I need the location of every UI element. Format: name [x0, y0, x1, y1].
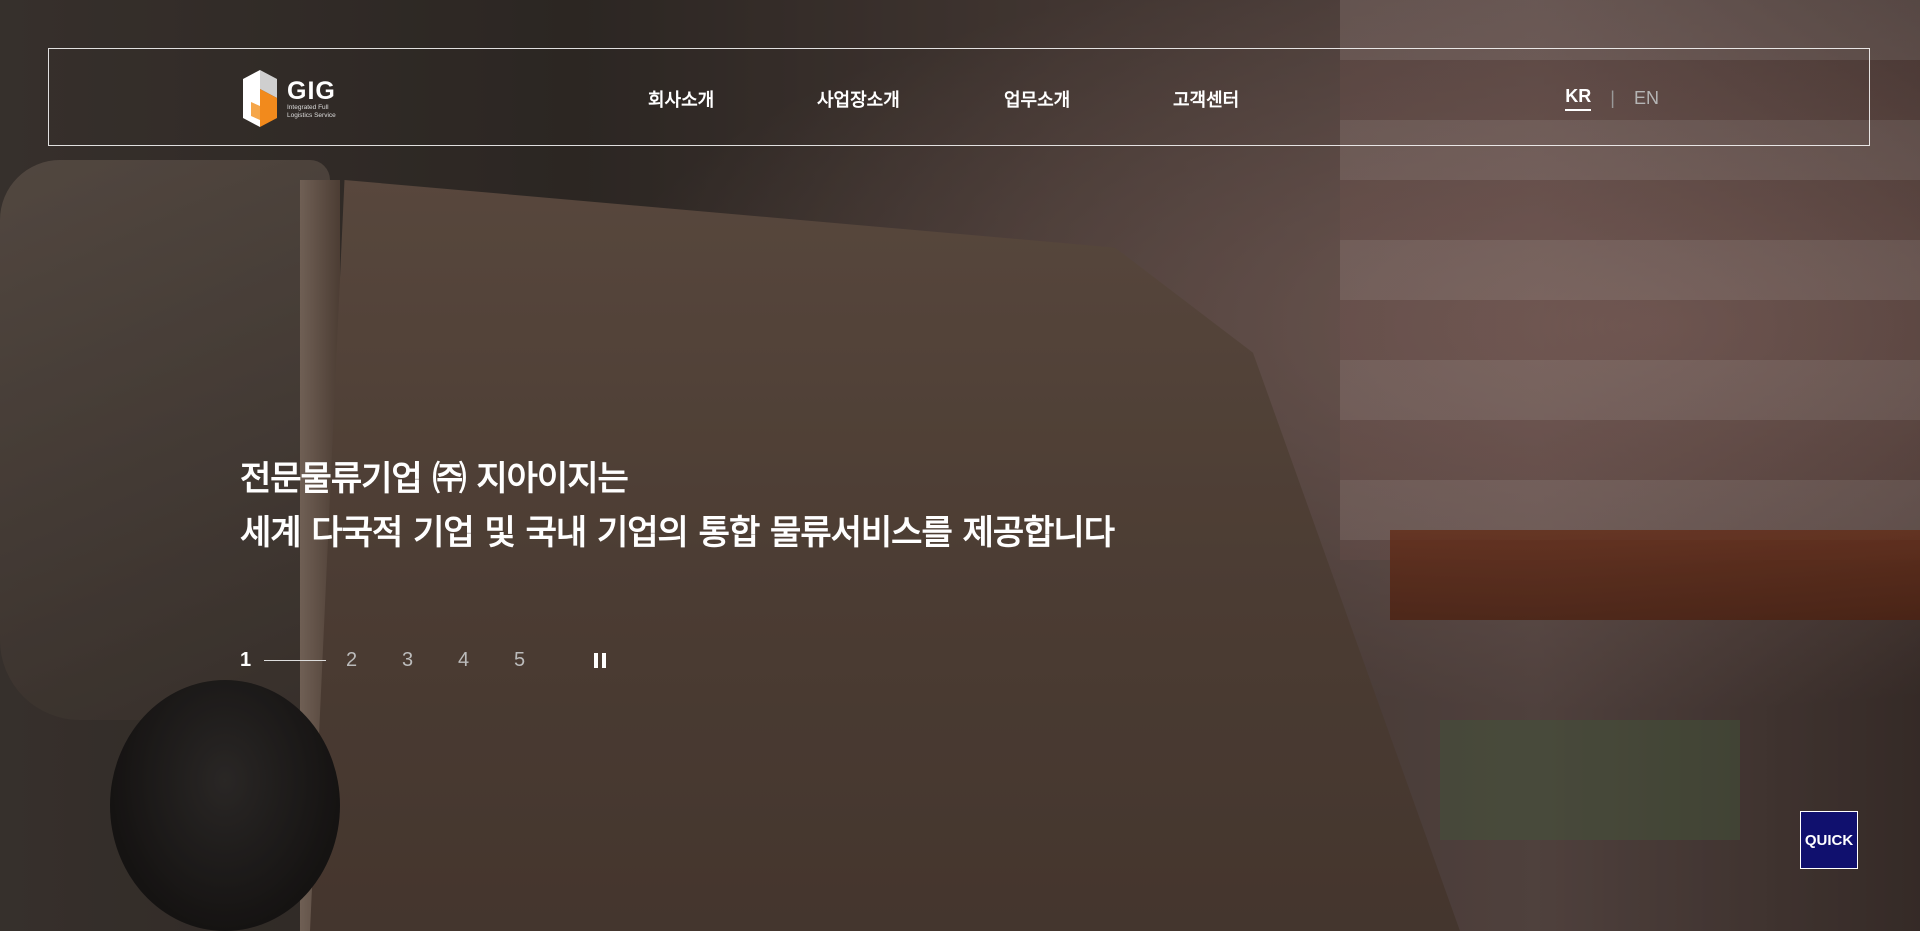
logo-name: GIG [287, 76, 336, 105]
headline-line-2: 세계 다국적 기업 및 국내 기업의 통합 물류서비스를 제공합니다 [240, 513, 1115, 553]
logo-tagline-1: Integrated Full [287, 103, 329, 111]
lang-en[interactable]: EN [1634, 88, 1659, 109]
site-logo[interactable]: GIG Integrated Full Logistics Service [241, 67, 351, 131]
nav-customer-center[interactable]: 고객센터 [1173, 86, 1239, 112]
slide-3[interactable]: 3 [402, 649, 458, 672]
hero-headline: 전문물류기업 ㈜ 지아이지는 세계 다국적 기업 및 국내 기업의 통합 물류서… [240, 452, 1115, 560]
quick-button[interactable]: QUICK [1800, 811, 1858, 869]
lang-kr[interactable]: KR [1565, 86, 1592, 111]
site-header: GIG Integrated Full Logistics Service 회사… [48, 48, 1870, 146]
slide-1[interactable]: 1 [240, 649, 264, 672]
slide-4[interactable]: 4 [458, 649, 514, 672]
slide-5[interactable]: 5 [514, 649, 570, 672]
nav-services[interactable]: 업무소개 [1004, 86, 1070, 112]
slider-pagination: 1 2 3 4 5 [240, 648, 570, 672]
logo-tagline-2: Logistics Service [287, 111, 336, 119]
gig-cube-logo-icon [243, 70, 277, 127]
slide-2[interactable]: 2 [346, 649, 402, 672]
nav-company[interactable]: 회사소개 [648, 86, 714, 112]
language-switcher: KR | EN [1565, 49, 1659, 147]
slide-progress-line [264, 659, 326, 661]
nav-sites[interactable]: 사업장소개 [817, 86, 900, 112]
headline-line-1: 전문물류기업 ㈜ 지아이지는 [240, 459, 629, 499]
pause-icon[interactable] [591, 651, 609, 669]
lang-separator: | [1610, 87, 1615, 108]
